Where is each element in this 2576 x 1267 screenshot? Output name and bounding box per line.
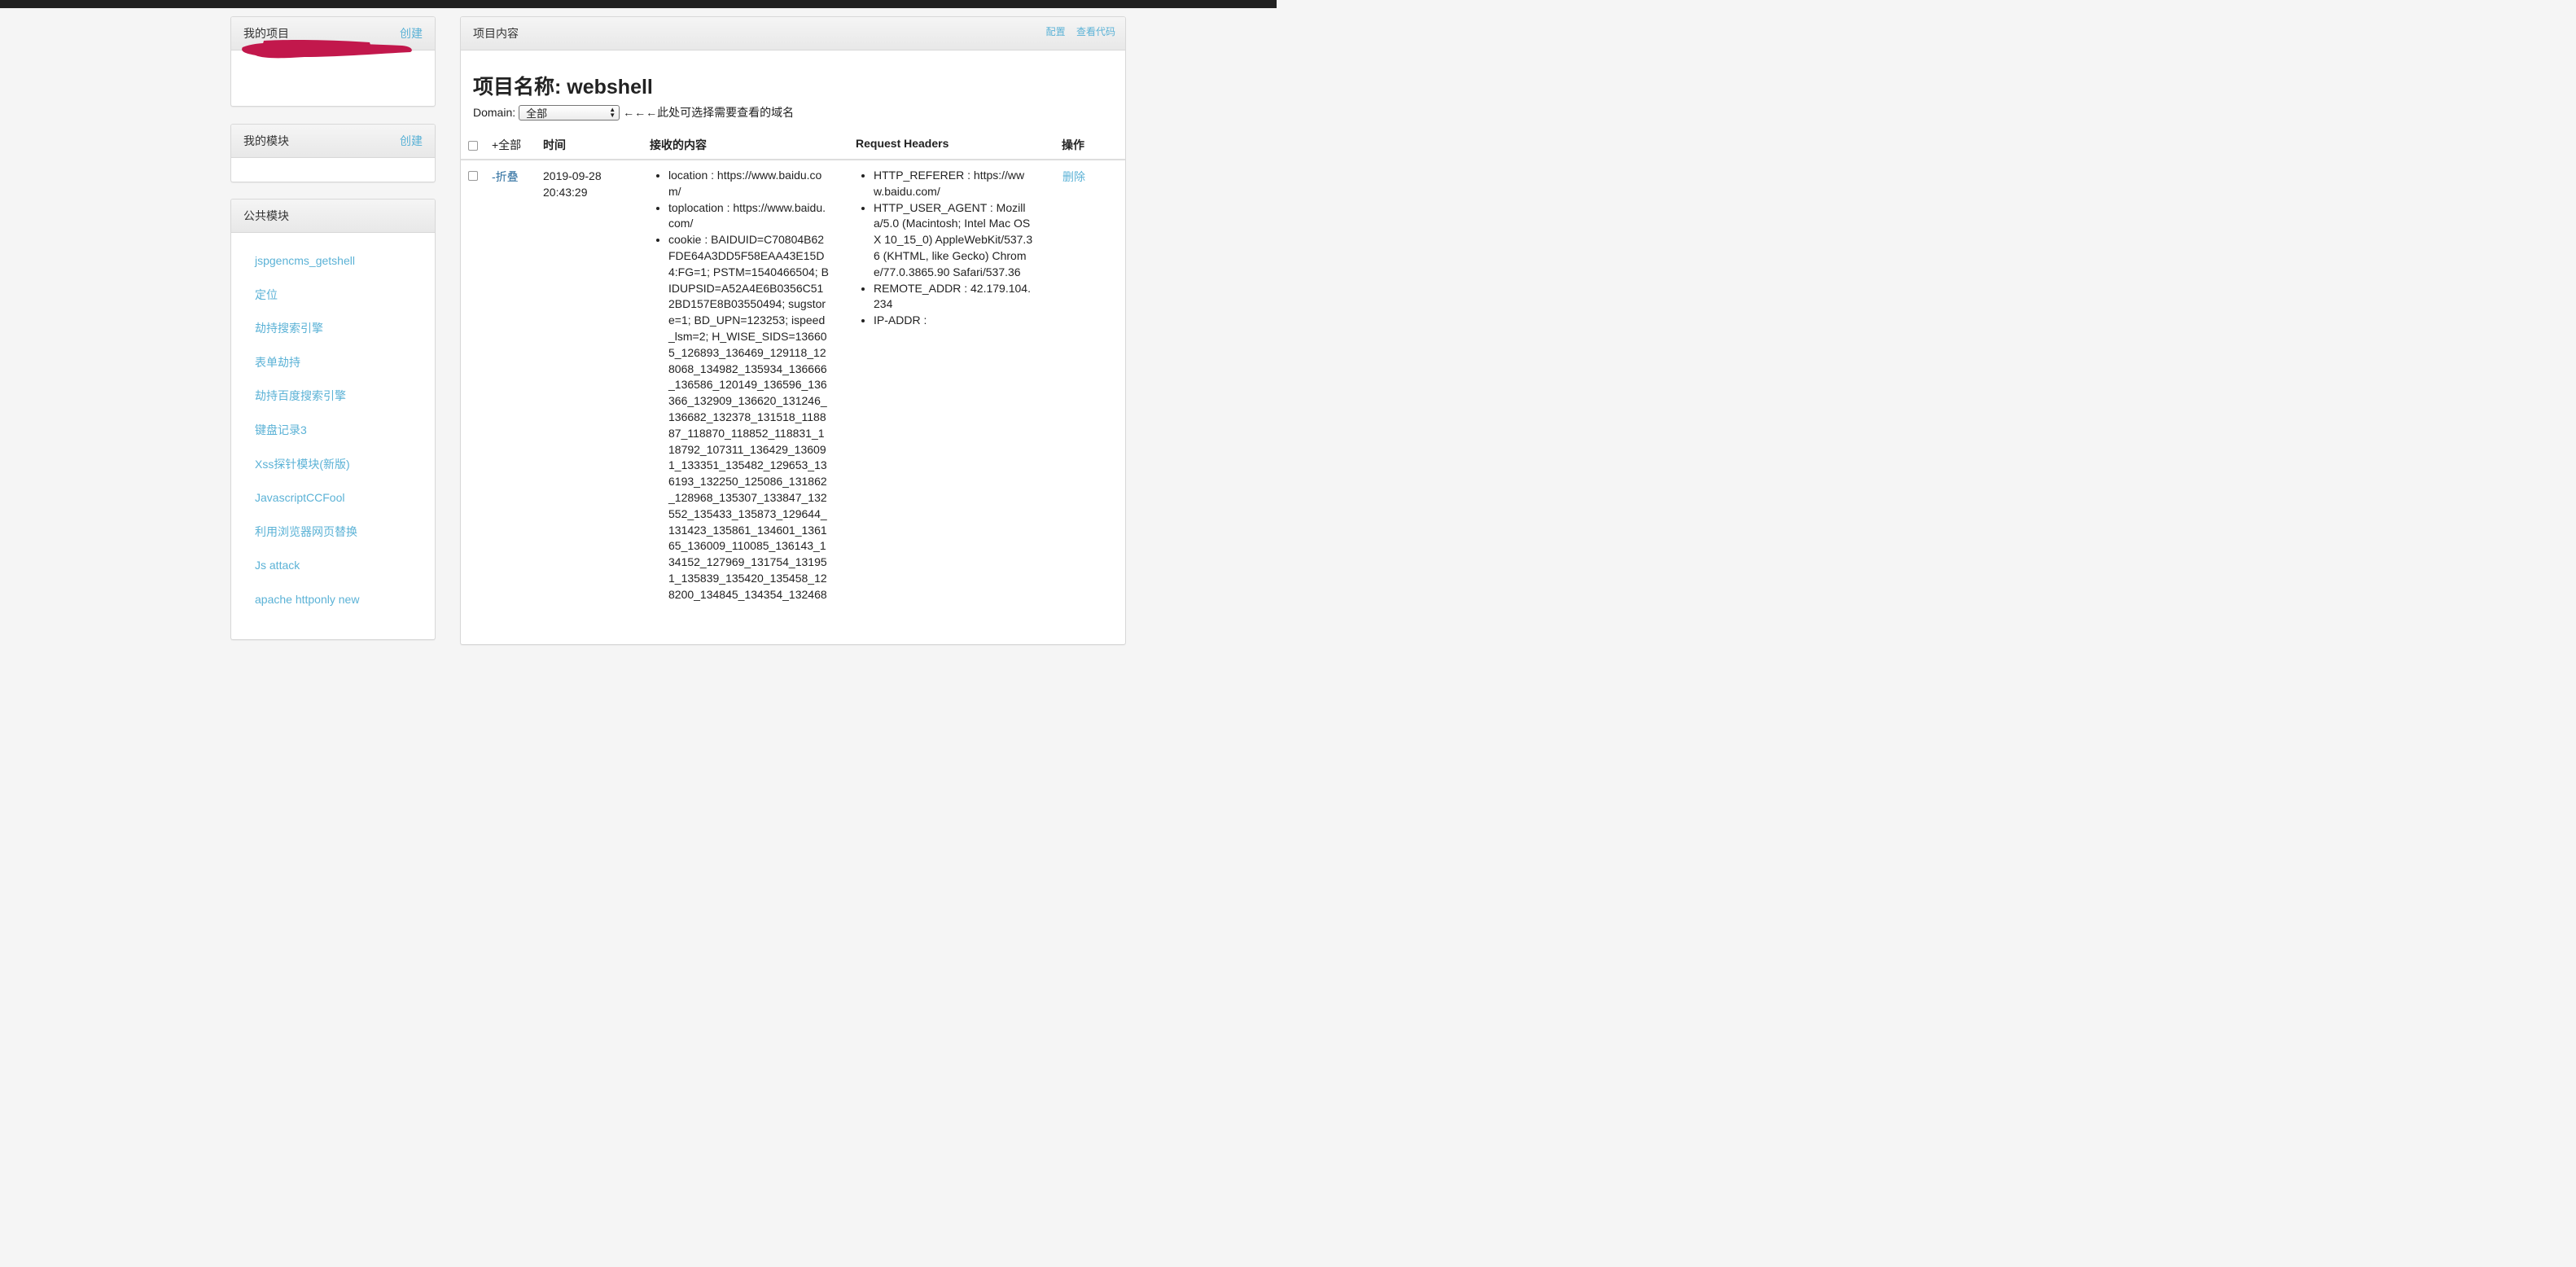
- create-module-link[interactable]: 创建: [400, 125, 423, 157]
- public-modules-header: 公共模块: [231, 199, 435, 233]
- public-module-link[interactable]: 劫持百度搜索引擎: [255, 389, 346, 402]
- request-headers-content: HTTP_REFERER : https://www.baidu.com/ HT…: [857, 168, 1035, 329]
- public-module-link[interactable]: apache httponly new: [255, 593, 359, 606]
- delete-row-link[interactable]: 删除: [1062, 169, 1085, 185]
- public-module-link[interactable]: Js attack: [255, 559, 300, 572]
- public-module-link[interactable]: jspgencms_getshell: [255, 254, 355, 267]
- top-navbar: [0, 0, 1277, 8]
- time-column-header: 时间: [543, 138, 566, 151]
- view-code-link[interactable]: 查看代码: [1076, 26, 1115, 37]
- project-content-panel: 项目内容 配置 查看代码 项目名称: webshell Domain: 全部 ▲…: [460, 16, 1126, 645]
- domain-select-value: 全部: [526, 107, 548, 120]
- request-headers-list: HTTP_REFERER : https://www.baidu.com/ HT…: [857, 168, 1035, 329]
- public-modules-title: 公共模块: [243, 209, 289, 222]
- public-module-link[interactable]: Xss探针模块(新版): [255, 458, 350, 471]
- request-header-item: HTTP_REFERER : https://www.baidu.com/: [874, 168, 1035, 200]
- public-module-link[interactable]: 表单劫持: [255, 356, 300, 369]
- my-modules-panel: 我的模块 创建: [230, 124, 436, 182]
- expand-all-link[interactable]: +全部: [492, 137, 521, 153]
- public-module-link[interactable]: 利用浏览器网页替换: [255, 525, 357, 538]
- collapse-row-link[interactable]: -折叠: [492, 169, 519, 185]
- config-link[interactable]: 配置: [1046, 26, 1066, 37]
- project-name-heading: 项目名称: webshell: [473, 76, 653, 99]
- actions-column-header: 操作: [1062, 138, 1084, 151]
- request-headers-column-header: Request Headers: [856, 137, 949, 150]
- received-list: location : https://www.baidu.com/ toploc…: [652, 168, 830, 603]
- request-header-item: HTTP_USER_AGENT : Mozilla/5.0 (Macintosh…: [874, 200, 1035, 281]
- public-module-link[interactable]: 定位: [255, 288, 278, 301]
- redacted-project-list: [242, 39, 412, 59]
- domain-filter: Domain: 全部 ▲ ▼ ←←←此处可选择需要查看的域名: [473, 104, 794, 121]
- received-column-header: 接收的内容: [650, 138, 707, 151]
- my-projects-panel: 我的项目 创建: [230, 16, 436, 107]
- domain-label: Domain:: [473, 106, 516, 119]
- domain-hint: ←←←此处可选择需要查看的域名: [623, 106, 795, 119]
- received-item: toplocation : https://www.baidu.com/: [668, 200, 830, 233]
- project-content-title: 项目内容: [473, 27, 519, 40]
- row-time: 2019-09-28 20:43:29: [543, 169, 602, 199]
- received-item: cookie : BAIDUID=C70804B62FDE64A3DD5F58E…: [668, 232, 830, 603]
- table-header: +全部 时间 接收的内容 Request Headers 操作: [461, 134, 1125, 160]
- public-module-link[interactable]: 键盘记录3: [255, 423, 307, 436]
- select-all-checkbox[interactable]: [468, 141, 478, 151]
- my-modules-header: 我的模块 创建: [231, 125, 435, 158]
- public-modules-panel: 公共模块 jspgencms_getshell 定位 劫持搜索引擎 表单劫持 劫…: [230, 199, 436, 640]
- row-checkbox[interactable]: [468, 171, 478, 181]
- received-item: location : https://www.baidu.com/: [668, 168, 830, 200]
- request-header-item: IP-ADDR :: [874, 313, 1035, 329]
- request-header-item: REMOTE_ADDR : 42.179.104.234: [874, 281, 1035, 313]
- public-module-link[interactable]: JavascriptCCFool: [255, 491, 344, 504]
- my-modules-title: 我的模块: [243, 134, 289, 147]
- public-module-link[interactable]: 劫持搜索引擎: [255, 322, 323, 335]
- public-modules-list: jspgencms_getshell 定位 劫持搜索引擎 表单劫持 劫持百度搜索…: [231, 233, 435, 617]
- select-arrows-icon: ▲ ▼: [609, 105, 616, 119]
- project-content-header: 项目内容 配置 查看代码: [461, 17, 1125, 50]
- received-content: location : https://www.baidu.com/ toploc…: [652, 168, 830, 603]
- domain-select[interactable]: 全部 ▲ ▼: [519, 104, 620, 121]
